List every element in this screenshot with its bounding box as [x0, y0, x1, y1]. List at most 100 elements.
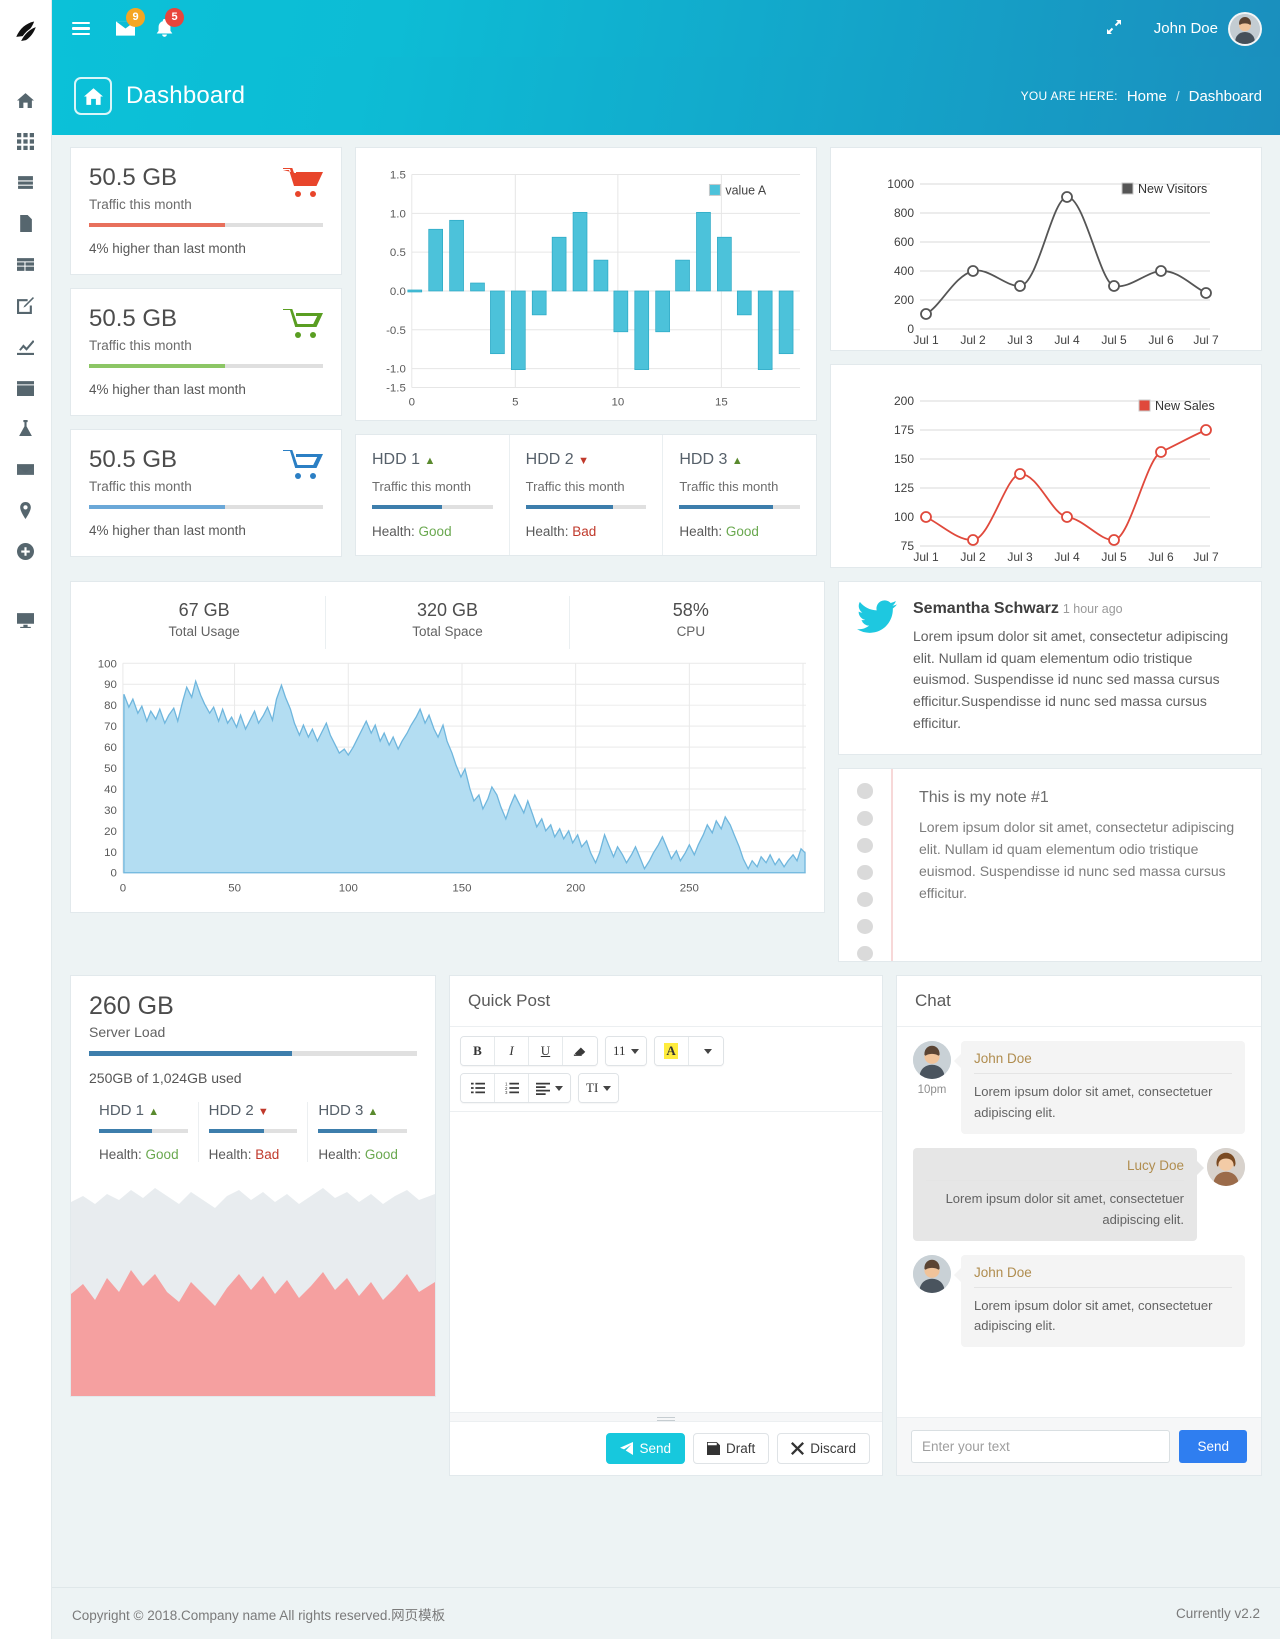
traffic-label: Traffic this month: [89, 197, 192, 212]
sidebar-item-monitor[interactable]: [0, 600, 51, 641]
usage-stat-value: 320 GB: [416, 600, 479, 620]
breadcrumb-current[interactable]: Dashboard: [1189, 88, 1262, 105]
italic-label: I: [509, 1043, 514, 1059]
chat-author: John Doe: [974, 1265, 1232, 1288]
file-icon: [20, 215, 32, 232]
quick-post-title: Quick Post: [450, 976, 882, 1028]
hdd-title: HDD 2 ▼: [526, 451, 647, 469]
server-load-card: 260 GB Server Load 250GB of 1,024GB used…: [70, 975, 436, 1398]
app-logo[interactable]: [0, 6, 52, 58]
eraser-button[interactable]: [563, 1037, 597, 1066]
twitter-time: 1 hour ago: [1062, 602, 1123, 616]
svg-text:Jul 6: Jul 6: [1148, 550, 1174, 563]
svg-text:New Sales: New Sales: [1155, 399, 1215, 413]
bold-button[interactable]: B: [461, 1037, 495, 1066]
caret-up-icon: ▲: [424, 455, 436, 467]
draft-button[interactable]: Draft: [692, 1433, 770, 1465]
usage-stat-value: 67 GB: [178, 600, 230, 620]
hdd-sub: Traffic this month: [679, 479, 779, 494]
hdd-cards-row: HDD 1 ▲ Traffic this month Health: Good: [355, 434, 817, 556]
hdd-name: HDD 3: [679, 451, 728, 468]
chevron-down-icon: [704, 1048, 713, 1054]
chat-send-button[interactable]: Send: [1179, 1430, 1247, 1464]
top-widgets-row: 50.5 GB Traffic this month 4% higher tha…: [70, 147, 1262, 568]
hdd-health: Health: Bad: [526, 524, 647, 539]
sidebar-item-analytics[interactable]: [0, 326, 51, 367]
sidebar-item-mail[interactable]: [0, 449, 51, 490]
server-hdd-progress: [318, 1129, 408, 1134]
chevron-down-icon: [555, 1085, 563, 1091]
server-hdd-title: HDD 1 ▲: [99, 1102, 188, 1119]
svg-text:Jul 5: Jul 5: [1101, 550, 1127, 563]
sidebar-item-grid[interactable]: [0, 121, 51, 162]
discard-button[interactable]: Discard: [777, 1433, 870, 1465]
ring-icon: [857, 837, 873, 853]
hdd-card: HDD 3 ▲ Traffic this month Health: Good: [663, 435, 816, 555]
hamburger-menu-button[interactable]: [66, 14, 96, 44]
chat-input[interactable]: [911, 1430, 1171, 1464]
post-editor-area[interactable]: [450, 1112, 882, 1413]
sidebar-item-table[interactable]: [0, 244, 51, 285]
text-format-group: B I U: [460, 1036, 598, 1067]
sidebar-item-file[interactable]: [0, 203, 51, 244]
svg-text:80: 80: [104, 700, 117, 712]
hdd-health-label: Health:: [372, 524, 415, 539]
svg-text:100: 100: [339, 883, 358, 895]
hamburger-icon: [72, 19, 90, 39]
svg-text:0: 0: [409, 396, 415, 408]
messages-button[interactable]: 9: [116, 8, 145, 38]
align-dropdown[interactable]: [529, 1074, 570, 1103]
chevron-down-icon: [630, 1048, 639, 1054]
sidebar-item-map[interactable]: [0, 490, 51, 531]
unordered-list-button[interactable]: [461, 1074, 495, 1103]
sidebar-item-add[interactable]: [0, 531, 51, 572]
svg-text:175: 175: [894, 423, 914, 437]
hdd-progress: [679, 505, 801, 509]
map-marker-icon: [20, 502, 31, 519]
underline-button[interactable]: U: [529, 1037, 563, 1066]
text-style-dropdown[interactable]: TI: [579, 1074, 619, 1103]
sidebar-item-drawer[interactable]: [0, 162, 51, 203]
sidebar-item-edit[interactable]: [0, 285, 51, 326]
ribbon-home-button[interactable]: [74, 77, 112, 115]
server-hdd-cell: HDD 3 ▲ Health: Good: [308, 1102, 417, 1162]
editor-resize-handle[interactable]: [450, 1412, 882, 1423]
highlight-color-dropdown[interactable]: [688, 1037, 723, 1066]
breadcrumb-home[interactable]: Home: [1127, 88, 1167, 105]
svg-text:200: 200: [566, 883, 585, 895]
chat-time: 10pm: [917, 1084, 947, 1097]
shopping-cart-icon: [283, 168, 323, 198]
hdd-health-value: Bad: [572, 524, 597, 539]
chat-text: Lorem ipsum dolor sit amet, consectetuer…: [945, 1191, 1184, 1227]
server-hdd-health: Health: Bad: [209, 1147, 298, 1162]
svg-text:New Visitors: New Visitors: [1138, 182, 1207, 196]
usage-stat-label: CPU: [676, 624, 706, 639]
traffic-progress: [89, 223, 323, 227]
server-hdd-health-label: Health:: [99, 1147, 142, 1163]
plus-circle-icon: [17, 543, 34, 560]
center-column: 1.5 1.0 0.5 0.0 -0.5 -1.0 -1.5 0 5 10 15…: [355, 147, 817, 568]
ordered-list-button[interactable]: 123: [495, 1074, 529, 1103]
svg-text:400: 400: [894, 264, 914, 278]
send-post-button[interactable]: Send: [606, 1433, 685, 1465]
svg-text:-1.5: -1.5: [386, 383, 406, 395]
avatar[interactable]: [1228, 11, 1262, 46]
text-highlight-button[interactable]: A: [654, 1037, 689, 1066]
shopping-cart-icon: [283, 450, 323, 480]
font-size-dropdown[interactable]: 11: [606, 1037, 646, 1066]
align-left-icon: [536, 1083, 550, 1096]
svg-text:60: 60: [104, 742, 117, 754]
sidebar-item-lab[interactable]: [0, 408, 51, 449]
server-hdd-title: HDD 3 ▲: [318, 1102, 407, 1119]
hdd-card: HDD 1 ▲ Traffic this month Health: Good: [356, 435, 510, 555]
server-hdd-health-value: Good: [145, 1147, 179, 1163]
text-style-group: TI: [578, 1073, 620, 1104]
sidebar-item-home[interactable]: [0, 80, 51, 121]
svg-text:15: 15: [715, 396, 728, 408]
svg-text:10: 10: [104, 847, 117, 859]
svg-text:800: 800: [894, 206, 914, 220]
notifications-button[interactable]: 5: [155, 8, 184, 38]
italic-button[interactable]: I: [495, 1037, 529, 1066]
fullscreen-button[interactable]: [1106, 19, 1122, 38]
sidebar-item-calendar[interactable]: [0, 367, 51, 408]
